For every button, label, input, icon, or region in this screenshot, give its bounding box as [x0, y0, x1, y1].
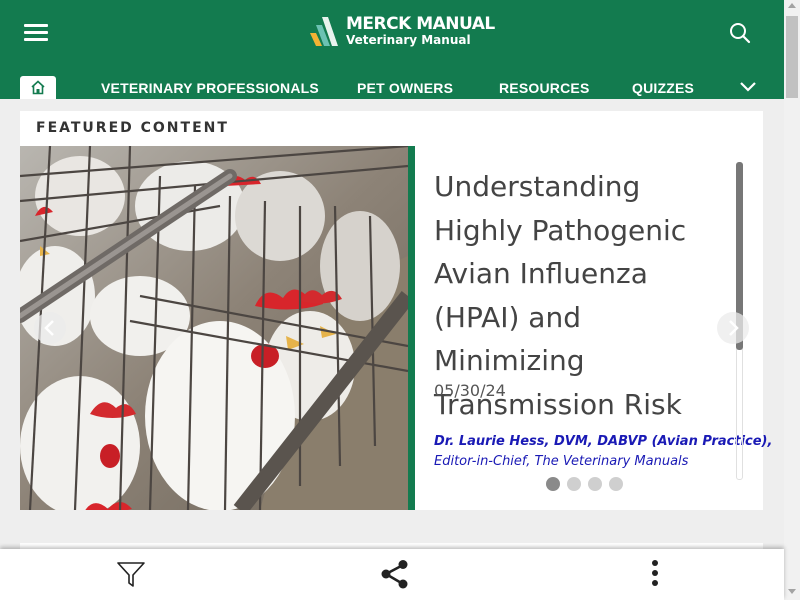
- chevron-down-icon[interactable]: [738, 80, 758, 94]
- tab-home[interactable]: [20, 76, 56, 99]
- share-icon: [381, 560, 408, 589]
- brand-subtitle: Veterinary Manual: [346, 33, 471, 47]
- chevron-right-icon: [729, 320, 739, 336]
- author-name-link[interactable]: Dr. Laurie Hess, DVM, DABVP (Avian Pract…: [434, 434, 772, 449]
- carousel-prev-button[interactable]: [34, 312, 66, 344]
- nav-item-veterinary-professionals[interactable]: VETERINARY PROFESSIONALS: [101, 80, 319, 96]
- scroll-up-arrow-icon[interactable]: [788, 3, 796, 8]
- article-date: 05/30/24: [434, 381, 506, 400]
- logo-mark-icon: [310, 17, 338, 46]
- scrollbar-thumb[interactable]: [786, 16, 798, 98]
- scroll-down-arrow-icon[interactable]: [788, 589, 796, 594]
- featured-content-card: FEATURED CONTENT Understanding Highly Pa…: [20, 111, 772, 510]
- hamburger-menu-icon[interactable]: [24, 24, 48, 42]
- carousel-dot[interactable]: [609, 477, 623, 491]
- home-icon: [31, 80, 45, 95]
- chevron-left-icon: [44, 320, 54, 336]
- nav-item-resources[interactable]: RESOURCES: [499, 80, 589, 96]
- section-label: FEATURED CONTENT: [36, 120, 229, 136]
- bottom-toolbar: [0, 549, 784, 600]
- carousel-dot[interactable]: [546, 477, 560, 491]
- filter-button[interactable]: [113, 555, 149, 593]
- nav-item-pet-owners[interactable]: PET OWNERS: [357, 80, 453, 96]
- featured-image-chickens[interactable]: [20, 146, 408, 510]
- more-options-button[interactable]: [637, 555, 673, 593]
- site-header: MERCK MANUAL Veterinary Manual VETERINAR…: [0, 0, 784, 99]
- nav-item-quizzes[interactable]: QUIZZES: [632, 80, 694, 96]
- main-nav: VETERINARY PROFESSIONALS PET OWNERS RESO…: [0, 76, 784, 99]
- more-vertical-icon: [652, 560, 658, 586]
- carousel-dot[interactable]: [567, 477, 581, 491]
- carousel-dot[interactable]: [588, 477, 602, 491]
- accent-bar: [408, 146, 415, 510]
- merck-manual-logo[interactable]: MERCK MANUAL Veterinary Manual: [308, 13, 495, 49]
- carousel-next-button[interactable]: [717, 312, 749, 344]
- search-icon[interactable]: [728, 21, 752, 45]
- carousel-dots: [546, 477, 630, 491]
- filter-icon: [117, 562, 145, 587]
- brand-title: MERCK MANUAL: [346, 14, 495, 34]
- page-scrollbar[interactable]: [784, 0, 800, 600]
- author-role-link[interactable]: Editor-in-Chief, The Veterinary Manuals: [434, 454, 688, 469]
- share-button[interactable]: [376, 555, 412, 593]
